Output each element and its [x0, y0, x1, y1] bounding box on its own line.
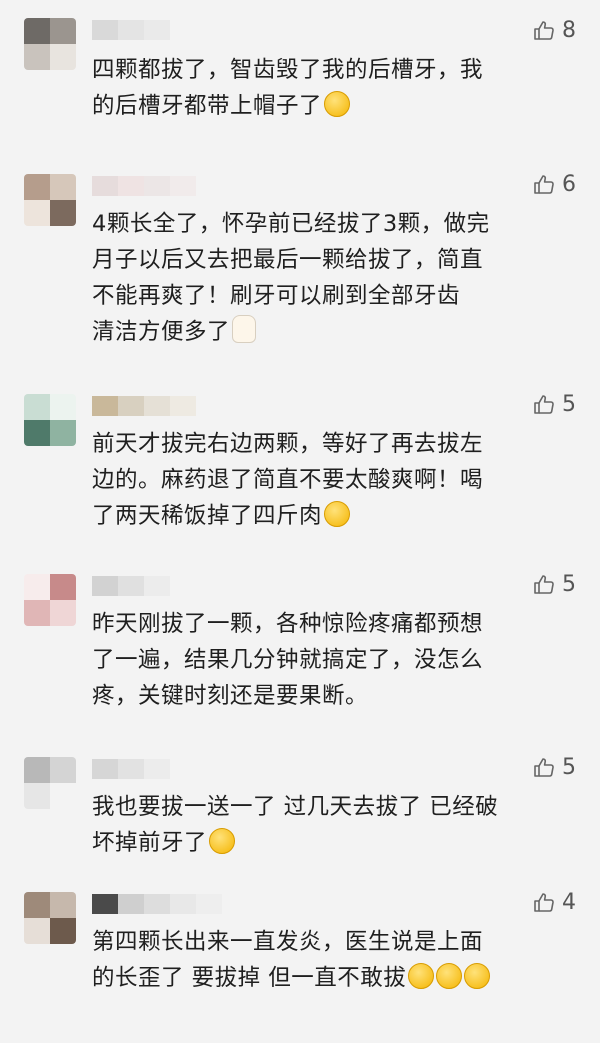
- comment-line: 昨天刚拔了一颗，各种惊险疼痛都预想: [92, 611, 484, 637]
- comment-item: 5 前天才拔完右边两颗，等好了再去拔左 边的。麻药退了简直不要太酸爽啊！喝 了两天稀饭…: [0, 382, 600, 542]
- comment-line: 清洁方便多了: [92, 314, 562, 350]
- thumbs-up-icon: [532, 173, 556, 197]
- thumbs-up-icon: [532, 393, 556, 417]
- comment-line: 了两天稀饭掉了四斤肉: [92, 498, 562, 534]
- thumbs-up-icon: [532, 756, 556, 780]
- username-blurred[interactable]: [92, 396, 222, 416]
- avatar[interactable]: [24, 394, 76, 446]
- like-count: 6: [562, 172, 576, 197]
- face-emoji-icon: [408, 963, 435, 989]
- username-blurred[interactable]: [92, 894, 222, 914]
- comment-line: 4颗长全了，怀孕前已经拔了3颗，做完: [92, 211, 490, 237]
- comment-item: 4 第四颗长出来一直发炎，医生说是上面 的长歪了 要拔掉 但一直不敢拔: [0, 880, 600, 1040]
- thumbs-up-icon: [532, 891, 556, 915]
- comment-line: 四颗都拔了，智齿毁了我的后槽牙，我: [92, 57, 484, 83]
- avatar[interactable]: [24, 757, 76, 809]
- comment-line: 的后槽牙都带上帽子了: [92, 88, 562, 124]
- comment-text: 四颗都拔了，智齿毁了我的后槽牙，我的后槽牙都带上帽子了: [92, 52, 562, 124]
- face-emoji-icon: [209, 828, 236, 854]
- username-blurred[interactable]: [92, 20, 222, 40]
- comment-text: 4颗长全了，怀孕前已经拔了3颗，做完 月子以后又去把最后一颗给拔了，简直 不能再爽了…: [92, 206, 562, 350]
- comment-item: 6 4颗长全了，怀孕前已经拔了3颗，做完 月子以后又去把最后一颗给拔了，简直 不能再爽…: [0, 162, 600, 345]
- face-emoji-icon: [324, 501, 351, 527]
- like-count: 5: [562, 572, 576, 597]
- like-button[interactable]: 5: [532, 755, 576, 780]
- comment-text: 前天才拔完右边两颗，等好了再去拔左 边的。麻药退了简直不要太酸爽啊！喝了两天稀饭掉…: [92, 426, 562, 534]
- thumbs-up-icon: [532, 19, 556, 43]
- comment-line: 的长歪了 要拔掉 但一直不敢拔: [92, 960, 562, 996]
- like-button[interactable]: 6: [532, 172, 576, 197]
- comment-text: 昨天刚拔了一颗，各种惊险疼痛都预想 了一遍，结果几分钟就搞定了，没怎么 疼，关键时刻…: [92, 606, 562, 714]
- comment-line: 了一遍，结果几分钟就搞定了，没怎么: [92, 647, 484, 673]
- face-emoji-icon: [436, 963, 463, 989]
- like-button[interactable]: 5: [532, 392, 576, 417]
- comment-line: 坏掉前牙了: [92, 825, 562, 861]
- like-button[interactable]: 5: [532, 572, 576, 597]
- username-blurred[interactable]: [92, 576, 222, 596]
- like-count: 8: [562, 18, 576, 43]
- username-blurred[interactable]: [92, 176, 222, 196]
- comment-text: 第四颗长出来一直发炎，医生说是上面的长歪了 要拔掉 但一直不敢拔: [92, 924, 562, 996]
- comment-text: 我也要拔一送一了 过几天去拔了 已经破坏掉前牙了: [92, 789, 562, 861]
- comment-item: 8 四颗都拔了，智齿毁了我的后槽牙，我 的后槽牙都带上帽子了: [0, 0, 600, 160]
- like-count: 5: [562, 755, 576, 780]
- face-emoji-icon: [464, 963, 491, 989]
- username-blurred[interactable]: [92, 759, 222, 779]
- tooth-emoji-icon: [232, 315, 257, 343]
- thumbs-up-icon: [532, 573, 556, 597]
- comment-item: 5 昨天刚拔了一颗，各种惊险疼痛都预想 了一遍，结果几分钟就搞定了，没怎么 疼，关键时…: [0, 562, 600, 722]
- avatar[interactable]: [24, 18, 76, 70]
- comment-line: 疼，关键时刻还是要果断。: [92, 683, 369, 709]
- like-count: 5: [562, 392, 576, 417]
- avatar[interactable]: [24, 174, 76, 226]
- comment-line: 我也要拔一送一了 过几天去拔了 已经破: [92, 794, 499, 820]
- avatar[interactable]: [24, 574, 76, 626]
- like-count: 4: [562, 890, 576, 915]
- comment-line: 第四颗长出来一直发炎，医生说是上面: [92, 929, 484, 955]
- avatar[interactable]: [24, 892, 76, 944]
- comment-line: 月子以后又去把最后一颗给拔了，简直: [92, 247, 484, 273]
- comment-line: 不能再爽了！刷牙可以刷到全部牙齿: [92, 283, 461, 309]
- like-button[interactable]: 4: [532, 890, 576, 915]
- face-emoji-icon: [324, 91, 351, 117]
- like-button[interactable]: 8: [532, 18, 576, 43]
- comment-line: 前天才拔完右边两颗，等好了再去拔左: [92, 431, 484, 457]
- comment-line: 边的。麻药退了简直不要太酸爽啊！喝: [92, 467, 484, 493]
